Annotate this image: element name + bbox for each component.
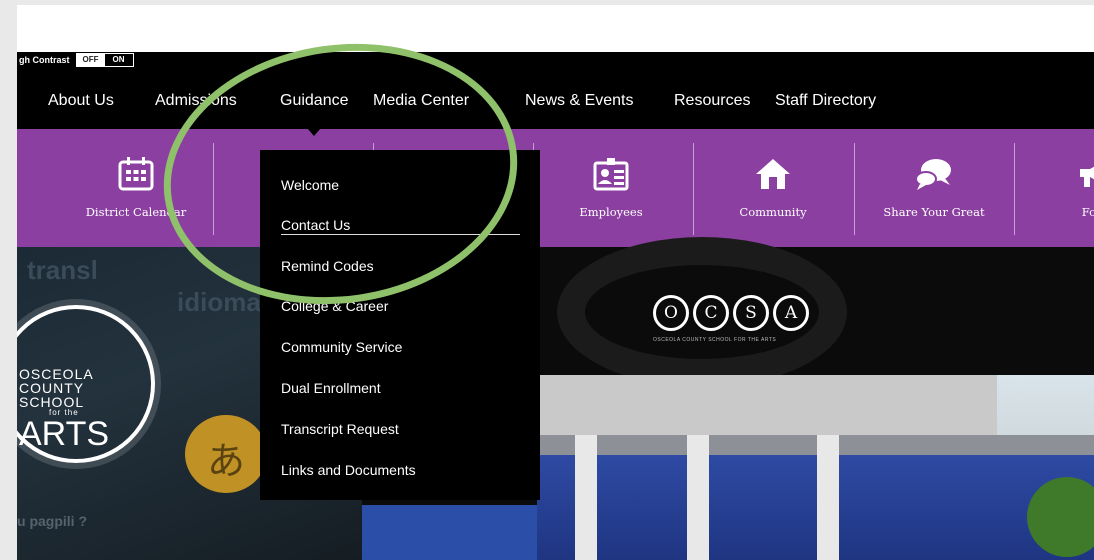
quicklink-label: Community bbox=[739, 205, 807, 219]
logo-line: OSCEOLA bbox=[19, 366, 94, 382]
quicklink-label: Share Your Great bbox=[883, 205, 985, 219]
translate-char: あ bbox=[207, 441, 246, 483]
high-contrast-label: gh Contrast bbox=[19, 55, 70, 65]
photo-canopy-edge bbox=[537, 435, 1094, 455]
separator bbox=[693, 143, 694, 235]
home-icon bbox=[754, 157, 792, 196]
photo-column bbox=[687, 435, 709, 560]
quicklink-employees[interactable]: Employees bbox=[536, 129, 686, 247]
hero-section: transl idioma あ u pagpili ? OSCEOLA COUN… bbox=[17, 237, 1094, 560]
high-contrast-off[interactable]: OFF bbox=[76, 54, 105, 66]
chat-bubbles-icon bbox=[914, 157, 954, 196]
logo-line: SCHOOL bbox=[19, 394, 85, 410]
separator bbox=[1014, 143, 1015, 235]
ocsa-letter: A bbox=[773, 295, 809, 331]
ocsa-logo: O C S A bbox=[653, 295, 809, 331]
ocsa-letter: O bbox=[653, 295, 689, 331]
photo-blue-wall bbox=[537, 455, 1094, 560]
nav-staff-directory[interactable]: Staff Directory bbox=[775, 92, 876, 110]
quicklink-fort[interactable]: Fort bbox=[1019, 129, 1094, 247]
quicklink-label: Fort bbox=[1081, 205, 1094, 219]
quicklink-community[interactable]: Community bbox=[698, 129, 848, 247]
ocsa-letter: S bbox=[733, 295, 769, 331]
photo-canopy bbox=[537, 375, 997, 435]
nav-resources[interactable]: Resources bbox=[674, 92, 750, 110]
school-logo[interactable]: OSCEOLA COUNTY SCHOOL for the ARTS bbox=[19, 367, 109, 451]
photo-column bbox=[575, 435, 597, 560]
megaphone-icon bbox=[1076, 157, 1094, 196]
ghost-text: idioma bbox=[177, 287, 261, 317]
dropdown-item-links-documents[interactable]: Links and Documents bbox=[281, 462, 416, 478]
calendar-icon bbox=[118, 157, 154, 196]
dropdown-item-transcript-request[interactable]: Transcript Request bbox=[281, 421, 399, 437]
quicklink-share-your-great[interactable]: Share Your Great bbox=[859, 129, 1009, 247]
photo-column bbox=[817, 435, 839, 560]
ghost-text: u pagpili ? bbox=[17, 513, 87, 529]
high-contrast-toggle[interactable]: OFF ON bbox=[75, 53, 134, 67]
quicklink-label: Employees bbox=[579, 205, 643, 219]
browser-viewport: gh Contrast OFF ON About Us Admissions G… bbox=[17, 5, 1094, 560]
ghost-text: transl bbox=[27, 255, 98, 285]
nav-news-events[interactable]: News & Events bbox=[525, 92, 633, 110]
logo-line: ARTS bbox=[19, 415, 110, 453]
id-badge-icon bbox=[593, 157, 629, 196]
main-nav: About Us Admissions Guidance Media Cente… bbox=[17, 75, 1094, 131]
nav-about-us[interactable]: About Us bbox=[48, 92, 114, 110]
dropdown-item-dual-enrollment[interactable]: Dual Enrollment bbox=[281, 380, 381, 396]
ocsa-letter: C bbox=[693, 295, 729, 331]
high-contrast-on[interactable]: ON bbox=[104, 54, 133, 66]
ocsa-subtitle: OSCEOLA COUNTY SCHOOL FOR THE ARTS bbox=[653, 337, 777, 343]
separator bbox=[854, 143, 855, 235]
dropdown-item-community-service[interactable]: Community Service bbox=[281, 339, 402, 355]
logo-line: COUNTY bbox=[19, 380, 85, 396]
high-contrast-bar: gh Contrast OFF ON bbox=[17, 52, 134, 68]
photo-blue-panel bbox=[362, 505, 537, 560]
page-top-whitespace bbox=[17, 5, 1094, 52]
